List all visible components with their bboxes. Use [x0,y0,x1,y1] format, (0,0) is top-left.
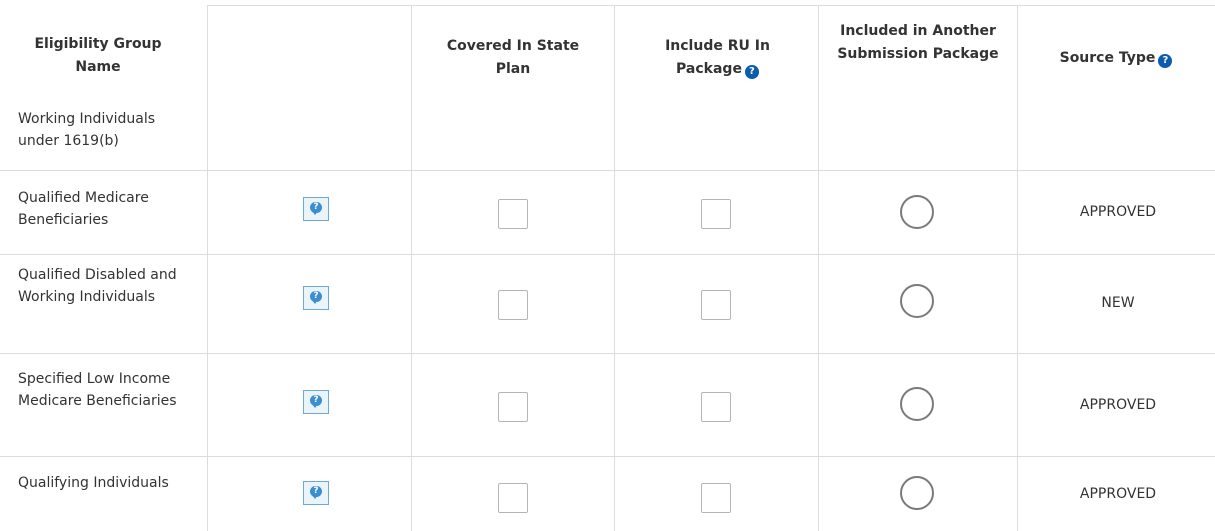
comment-button[interactable]: ? [303,286,329,310]
covered-checkbox[interactable] [498,290,528,320]
group-name: Qualified Medicare Beneficiaries [18,190,149,228]
covered-checkbox[interactable] [498,199,528,229]
comment-button[interactable]: ? [303,390,329,414]
column-divider [614,5,615,531]
source-type-value: APPROVED [1079,204,1157,220]
header-covered-in-state-plan: Covered In State Plan [446,38,580,77]
include-ru-checkbox[interactable] [701,483,731,513]
comment-button[interactable]: ? [303,197,329,221]
row-divider [0,456,1215,457]
row-divider [0,353,1215,354]
question-circle-icon[interactable]: ? [744,65,759,79]
included-another-radio[interactable] [900,284,934,318]
covered-checkbox[interactable] [498,483,528,513]
source-type-value: APPROVED [1079,486,1157,502]
source-type-value: NEW [1101,295,1135,311]
comment-button[interactable]: ? [303,481,329,505]
eligibility-groups-table: Eligibility Group Name Covered In State … [0,0,1215,531]
include-ru-checkbox[interactable] [701,199,731,229]
group-name: Qualifying Individuals [18,475,169,491]
header-included-another-package: Included in Another Submission Package [837,23,999,62]
group-name: Specified Low Income Medicare Beneficiar… [18,371,177,409]
include-ru-checkbox[interactable] [701,290,731,320]
included-another-radio[interactable] [900,387,934,421]
row-divider [0,170,1215,171]
row-divider [207,5,1215,6]
header-source-type: Source Type? [1025,47,1207,70]
included-another-radio[interactable] [900,195,934,229]
row-divider [0,254,1215,255]
column-divider [818,5,819,531]
header-source-type-label: Source Type [1059,50,1156,66]
header-group-name: Eligibility Group Name [34,36,162,75]
covered-checkbox[interactable] [498,392,528,422]
column-divider [1017,5,1018,531]
header-include-ru: Include RU In Package? [640,35,795,81]
column-divider [207,5,208,531]
group-name: Qualified Disabled and Working Individua… [18,267,177,305]
include-ru-checkbox[interactable] [701,392,731,422]
question-circle-icon[interactable]: ? [1158,54,1173,68]
section-label: Working Individuals under 1619(b) [18,111,156,149]
source-type-value: APPROVED [1079,397,1157,413]
column-divider [411,5,412,531]
included-another-radio[interactable] [900,476,934,510]
